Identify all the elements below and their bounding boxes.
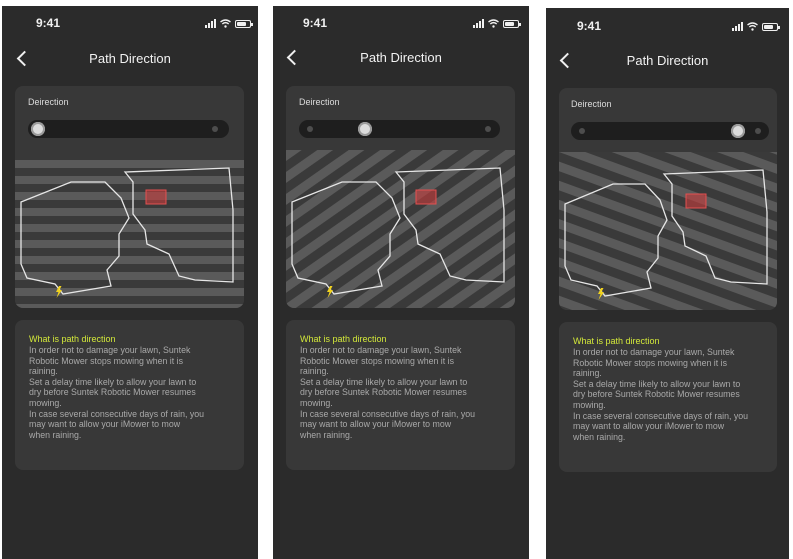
no-go-zone [415,189,437,205]
direction-slider-knob[interactable] [31,122,45,136]
battery-icon [235,19,253,28]
signal-icon [473,19,484,28]
no-go-zone [145,189,167,205]
info-card: What is path direction In order not to d… [15,320,244,470]
direction-label: Deirection [28,97,69,107]
phone-screen-diagonal-steep: 9:41 Path Direction Deirection What is p… [273,6,529,559]
direction-label: Deirection [571,99,612,109]
info-body: In order not to damage your lawn, Suntek… [29,345,205,440]
info-body: In order not to damage your lawn, Suntek… [573,347,749,442]
info-card: What is path direction In order not to d… [559,322,777,472]
battery-icon [762,22,780,31]
status-time: 9:41 [577,19,602,33]
lawn-map [15,160,244,308]
info-title: What is path direction [29,334,116,344]
slider-stop-dot[interactable] [485,126,491,132]
status-icons [473,19,521,28]
slider-stop-dot[interactable] [307,126,313,132]
info-title: What is path direction [300,334,387,344]
lawn-map [286,150,515,308]
wifi-icon [220,19,231,28]
no-go-zone [685,193,707,209]
signal-icon [205,19,216,28]
wifi-icon [488,19,499,28]
battery-icon [503,19,521,28]
phone-screen-horizontal: 9:41 Path Direction Deirection What is p… [2,6,258,559]
direction-slider-knob[interactable] [731,124,745,138]
info-card: What is path direction In order not to d… [286,320,515,470]
direction-slider[interactable] [299,120,500,138]
status-icons [205,19,253,28]
info-body: In order not to damage your lawn, Suntek… [300,345,476,440]
status-icons [732,22,780,31]
direction-slider-knob[interactable] [358,122,372,136]
status-time: 9:41 [303,16,328,30]
signal-icon [732,22,743,31]
direction-card: Deirection [559,88,777,310]
page-title: Path Direction [626,53,709,68]
direction-card: Deirection [15,86,244,308]
wifi-icon [747,22,758,31]
slider-stop-dot[interactable] [212,126,218,132]
slider-stop-dot[interactable] [755,128,761,134]
direction-card: Deirection [286,86,515,308]
phone-screen-diagonal-shallow: 9:41 Path Direction Deirection What is p… [546,8,789,559]
lawn-map [559,152,777,310]
info-title: What is path direction [573,336,660,346]
direction-label: Deirection [299,97,340,107]
status-time: 9:41 [36,16,61,30]
page-title: Path Direction [89,51,171,66]
page-title: Path Direction [360,50,442,65]
direction-slider[interactable] [28,120,229,138]
direction-slider[interactable] [571,122,769,140]
slider-stop-dot[interactable] [579,128,585,134]
